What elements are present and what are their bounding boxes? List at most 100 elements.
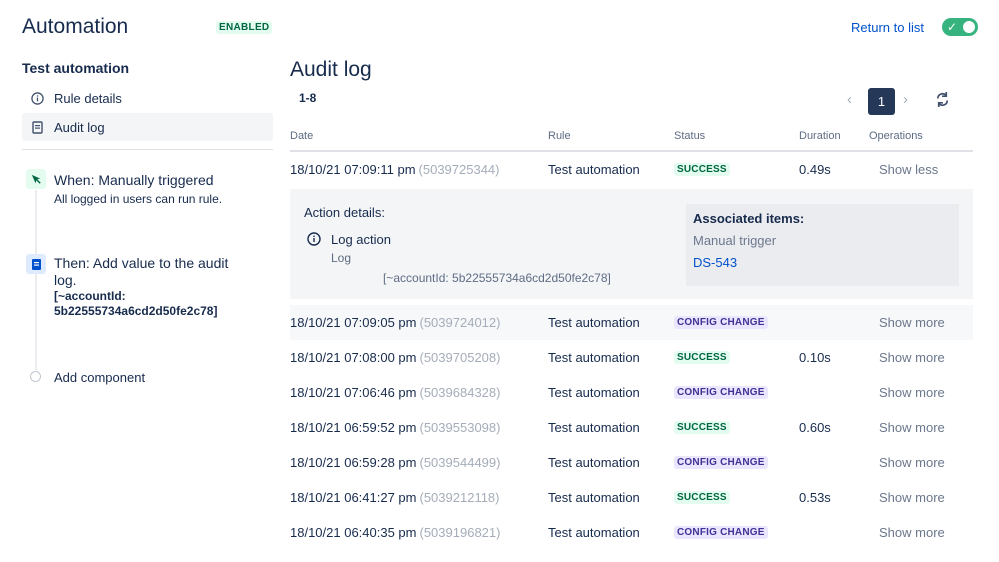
show-more-button[interactable]: Show more bbox=[879, 375, 945, 410]
status-badge: CONFIG CHANGE bbox=[674, 456, 768, 469]
show-more-button[interactable]: Show more bbox=[879, 340, 945, 375]
status-cell: CONFIG CHANGE bbox=[674, 375, 768, 410]
show-more-button[interactable]: Show more bbox=[879, 305, 945, 340]
date-cell: 18/10/21 06:59:52 pm (5039553098) bbox=[290, 420, 501, 435]
log-action-label: Log action bbox=[331, 232, 391, 247]
return-to-list-link[interactable]: Return to list bbox=[851, 20, 924, 35]
rule-cell: Test automation bbox=[548, 490, 640, 505]
action-title-line2: log. bbox=[54, 272, 77, 288]
show-more-button[interactable]: Show more bbox=[879, 410, 945, 445]
status-cell: SUCCESS bbox=[674, 340, 730, 375]
duration-cell: 0.49s bbox=[799, 162, 831, 177]
trigger-subtitle: All logged in users can run rule. bbox=[54, 192, 223, 206]
execution-id: (5039725344) bbox=[418, 162, 500, 177]
check-icon: ✓ bbox=[947, 20, 958, 34]
table-row[interactable]: 18/10/21 07:09:05 pm (5039724012) Test au… bbox=[290, 305, 973, 340]
show-less-button[interactable]: Show less bbox=[879, 152, 938, 187]
date-cell: 18/10/21 07:09:11 pm (5039725344) bbox=[290, 162, 500, 177]
cursor-click-icon bbox=[26, 169, 46, 189]
rule-cell: Test automation bbox=[548, 525, 640, 540]
table-row[interactable]: 18/10/21 07:06:46 pm (5039684328) Test au… bbox=[290, 375, 973, 410]
rule-enabled-toggle[interactable]: ✓ bbox=[942, 18, 978, 36]
duration-cell: 0.53s bbox=[799, 490, 831, 505]
enabled-badge: ENABLED bbox=[216, 21, 273, 34]
pagination-page-button[interactable]: 1 bbox=[868, 88, 895, 115]
execution-id: (5039196821) bbox=[419, 525, 501, 540]
status-badge: CONFIG CHANGE bbox=[674, 316, 768, 329]
result-range: 1-8 bbox=[299, 91, 317, 105]
execution-id: (5039553098) bbox=[419, 420, 501, 435]
column-header-rule: Rule bbox=[548, 130, 571, 142]
action-value-line1: [~accountId: bbox=[54, 289, 126, 303]
log-action-type: Log bbox=[331, 251, 352, 265]
action-value-line2: 5b22555734a6cd2d50fe2c78] bbox=[54, 304, 218, 318]
table-row[interactable]: 18/10/21 06:41:27 pm (5039212118) Test au… bbox=[290, 480, 973, 515]
page-title: Audit log bbox=[290, 58, 372, 81]
execution-id: (5039705208) bbox=[419, 350, 501, 365]
action-details-title: Action details: bbox=[304, 205, 385, 220]
app-title: Automation bbox=[22, 15, 129, 38]
execution-id: (5039684328) bbox=[419, 385, 501, 400]
associated-issue-link[interactable]: DS-543 bbox=[693, 255, 737, 270]
duration-cell: 0.60s bbox=[799, 420, 831, 435]
rule-name: Test automation bbox=[22, 60, 130, 76]
associated-items-box: Associated items: Manual trigger DS-543 bbox=[686, 204, 959, 286]
date-cell: 18/10/21 06:59:28 pm (5039544499) bbox=[290, 455, 501, 470]
nav-label: Rule details bbox=[54, 90, 122, 106]
action-details-panel: Action details: Log action Log [~account… bbox=[290, 189, 973, 299]
rule-cell: Test automation bbox=[548, 420, 640, 435]
column-header-duration: Duration bbox=[799, 130, 841, 142]
table-row[interactable]: 18/10/21 07:09:11 pm (5039725344) Test au… bbox=[290, 152, 973, 187]
date-cell: 18/10/21 06:40:35 pm (5039196821) bbox=[290, 525, 501, 540]
show-more-button[interactable]: Show more bbox=[879, 515, 945, 550]
status-cell: CONFIG CHANGE bbox=[674, 445, 768, 480]
date-cell: 18/10/21 07:08:00 pm (5039705208) bbox=[290, 350, 501, 365]
rule-cell: Test automation bbox=[548, 350, 640, 365]
log-message: [~accountId: 5b22555734a6cd2d50fe2c78] bbox=[383, 271, 611, 285]
info-icon bbox=[307, 232, 321, 251]
show-more-button[interactable]: Show more bbox=[879, 445, 945, 480]
rule-cell: Test automation bbox=[548, 385, 640, 400]
duration-cell: 0.10s bbox=[799, 350, 831, 365]
table-row[interactable]: 18/10/21 06:59:52 pm (5039553098) Test au… bbox=[290, 410, 973, 445]
nav-rule-details[interactable]: Rule details bbox=[22, 84, 273, 112]
refresh-icon[interactable] bbox=[934, 91, 951, 113]
execution-id: (5039212118) bbox=[419, 490, 500, 505]
audit-log-icon bbox=[26, 254, 46, 274]
document-icon bbox=[29, 120, 45, 134]
sidebar-divider bbox=[22, 149, 273, 150]
pagination-prev-button[interactable]: ‹ bbox=[847, 91, 852, 108]
pagination-next-button[interactable]: › bbox=[903, 91, 908, 108]
action-title-line1[interactable]: Then: Add value to the audit bbox=[54, 255, 228, 272]
nav-audit-log[interactable]: Audit log bbox=[22, 113, 273, 141]
rule-cell: Test automation bbox=[548, 315, 640, 330]
nav-label: Audit log bbox=[54, 119, 105, 135]
column-header-status: Status bbox=[674, 130, 706, 142]
table-row[interactable]: 18/10/21 06:59:28 pm (5039544499) Test au… bbox=[290, 445, 973, 480]
column-header-operations: Operations bbox=[869, 130, 923, 142]
status-cell: SUCCESS bbox=[674, 410, 730, 445]
execution-id: (5039724012) bbox=[419, 315, 501, 330]
toggle-knob bbox=[963, 21, 975, 33]
column-header-date: Date bbox=[290, 130, 314, 142]
rule-cell: Test automation bbox=[548, 455, 640, 470]
associated-trigger: Manual trigger bbox=[693, 233, 777, 248]
status-cell: CONFIG CHANGE bbox=[674, 515, 768, 550]
associated-items-title: Associated items: bbox=[693, 211, 805, 226]
show-more-button[interactable]: Show more bbox=[879, 480, 945, 515]
status-badge: SUCCESS bbox=[674, 351, 730, 364]
rule-cell: Test automation bbox=[548, 162, 640, 177]
table-row[interactable]: 18/10/21 07:08:00 pm (5039705208) Test au… bbox=[290, 340, 973, 375]
status-badge: CONFIG CHANGE bbox=[674, 386, 768, 399]
execution-id: (5039544499) bbox=[419, 455, 501, 470]
info-icon bbox=[29, 91, 45, 105]
add-component-dot[interactable] bbox=[30, 371, 41, 382]
trigger-title[interactable]: When: Manually triggered bbox=[54, 172, 214, 189]
status-badge: CONFIG CHANGE bbox=[674, 526, 768, 539]
status-cell: SUCCESS bbox=[674, 480, 730, 515]
date-cell: 18/10/21 07:09:05 pm (5039724012) bbox=[290, 315, 501, 330]
table-row[interactable]: 18/10/21 06:40:35 pm (5039196821) Test au… bbox=[290, 515, 973, 550]
add-component-button[interactable]: Add component bbox=[54, 370, 145, 385]
date-cell: 18/10/21 07:06:46 pm (5039684328) bbox=[290, 385, 501, 400]
status-cell: CONFIG CHANGE bbox=[674, 305, 768, 340]
